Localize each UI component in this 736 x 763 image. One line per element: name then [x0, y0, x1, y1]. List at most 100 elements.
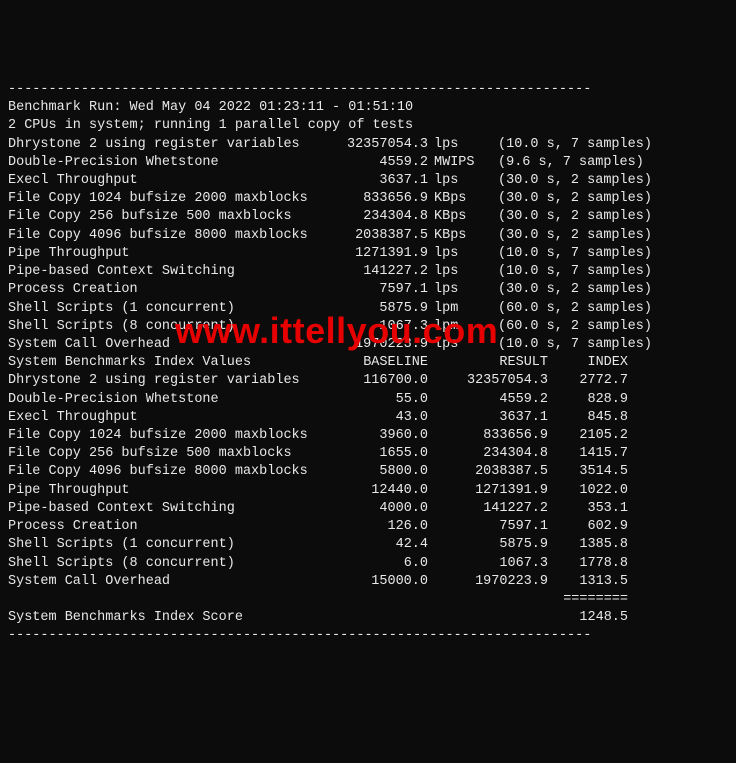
test-unit: lps [428, 263, 484, 281]
test-name: Shell Scripts (1 concurrent) [8, 300, 318, 318]
test-value: 32357054.3 [318, 136, 428, 154]
index-value: 353.1 [548, 500, 628, 518]
index-row: Double-Precision Whetstone55.04559.2828.… [8, 391, 728, 409]
test-row: Pipe Throughput1271391.9lps(10.0 s, 7 sa… [8, 245, 728, 263]
index-value: 1313.5 [548, 573, 628, 591]
test-value: 833656.9 [318, 190, 428, 208]
index-row: File Copy 256 bufsize 500 maxblocks1655.… [8, 445, 728, 463]
index-result: 7597.1 [428, 518, 548, 536]
test-unit: KBps [428, 227, 484, 245]
test-unit: lps [428, 136, 484, 154]
test-row: File Copy 256 bufsize 500 maxblocks23430… [8, 208, 728, 226]
test-name: Process Creation [8, 281, 318, 299]
index-value: 845.8 [548, 409, 628, 427]
test-name: Double-Precision Whetstone [8, 154, 318, 172]
index-name: System Call Overhead [8, 573, 318, 591]
test-row: Shell Scripts (1 concurrent)5875.9lpm(60… [8, 300, 728, 318]
test-note: (30.0 s, 2 samples) [484, 190, 708, 208]
test-row: File Copy 4096 bufsize 8000 maxblocks203… [8, 227, 728, 245]
test-name: Execl Throughput [8, 172, 318, 190]
index-result: 1970223.9 [428, 573, 548, 591]
index-row: Pipe-based Context Switching4000.0141227… [8, 500, 728, 518]
test-value: 5875.9 [318, 300, 428, 318]
test-value: 1271391.9 [318, 245, 428, 263]
index-value: 3514.5 [548, 463, 628, 481]
index-value: 2772.7 [548, 372, 628, 390]
index-baseline: 126.0 [318, 518, 428, 536]
test-unit: MWIPS [428, 154, 484, 172]
test-unit: lpm [428, 318, 484, 336]
index-name: Shell Scripts (8 concurrent) [8, 555, 318, 573]
index-baseline: 5800.0 [318, 463, 428, 481]
index-baseline: 4000.0 [318, 500, 428, 518]
test-note: (9.6 s, 7 samples) [484, 154, 708, 172]
index-row: Pipe Throughput12440.01271391.91022.0 [8, 482, 728, 500]
index-row: Dhrystone 2 using register variables1167… [8, 372, 728, 390]
test-value: 4559.2 [318, 154, 428, 172]
test-unit: lps [428, 281, 484, 299]
score-value: 1248.5 [548, 609, 628, 627]
index-row: Process Creation126.07597.1602.9 [8, 518, 728, 536]
run-line: Benchmark Run: Wed May 04 2022 01:23:11 … [8, 99, 728, 117]
index-value: 1778.8 [548, 555, 628, 573]
test-name: File Copy 256 bufsize 500 maxblocks [8, 208, 318, 226]
index-name: Double-Precision Whetstone [8, 391, 318, 409]
eq-row: ======== [8, 591, 728, 609]
rule-top: ----------------------------------------… [8, 81, 728, 99]
test-row: System Call Overhead1970223.9lps(10.0 s,… [8, 336, 728, 354]
index-header: System Benchmarks Index ValuesBASELINERE… [8, 354, 728, 372]
index-result: 141227.2 [428, 500, 548, 518]
index-baseline: 6.0 [318, 555, 428, 573]
test-value: 7597.1 [318, 281, 428, 299]
index-hdr: INDEX [548, 354, 628, 372]
test-row: Pipe-based Context Switching141227.2lps(… [8, 263, 728, 281]
cpu-line: 2 CPUs in system; running 1 parallel cop… [8, 117, 728, 135]
index-row: File Copy 1024 bufsize 2000 maxblocks396… [8, 427, 728, 445]
test-note: (10.0 s, 7 samples) [484, 245, 708, 263]
index-value: 1385.8 [548, 536, 628, 554]
index-result: 234304.8 [428, 445, 548, 463]
index-result: 32357054.3 [428, 372, 548, 390]
test-unit: lps [428, 245, 484, 263]
score-row: System Benchmarks Index Score1248.5 [8, 609, 728, 627]
baseline-hdr: BASELINE [318, 354, 428, 372]
index-baseline: 15000.0 [318, 573, 428, 591]
test-note: (30.0 s, 2 samples) [484, 227, 708, 245]
index-name: Process Creation [8, 518, 318, 536]
index-result: 2038387.5 [428, 463, 548, 481]
test-value: 141227.2 [318, 263, 428, 281]
test-unit: lps [428, 336, 484, 354]
index-name: Pipe-based Context Switching [8, 500, 318, 518]
test-value: 234304.8 [318, 208, 428, 226]
test-name: File Copy 1024 bufsize 2000 maxblocks [8, 190, 318, 208]
index-row: Shell Scripts (1 concurrent)42.45875.913… [8, 536, 728, 554]
test-value: 1970223.9 [318, 336, 428, 354]
index-baseline: 55.0 [318, 391, 428, 409]
test-value: 2038387.5 [318, 227, 428, 245]
index-name: Shell Scripts (1 concurrent) [8, 536, 318, 554]
test-value: 1067.3 [318, 318, 428, 336]
index-row: Execl Throughput43.03637.1845.8 [8, 409, 728, 427]
index-row: File Copy 4096 bufsize 8000 maxblocks580… [8, 463, 728, 481]
test-row: Process Creation7597.1lps(30.0 s, 2 samp… [8, 281, 728, 299]
test-note: (60.0 s, 2 samples) [484, 300, 708, 318]
test-unit: KBps [428, 208, 484, 226]
index-value: 1022.0 [548, 482, 628, 500]
index-result: 5875.9 [428, 536, 548, 554]
index-name: File Copy 1024 bufsize 2000 maxblocks [8, 427, 318, 445]
test-note: (30.0 s, 2 samples) [484, 172, 708, 190]
index-baseline: 42.4 [318, 536, 428, 554]
test-row: Shell Scripts (8 concurrent)1067.3lpm(60… [8, 318, 728, 336]
index-name: File Copy 256 bufsize 500 maxblocks [8, 445, 318, 463]
test-unit: lps [428, 172, 484, 190]
index-name: Execl Throughput [8, 409, 318, 427]
index-result: 3637.1 [428, 409, 548, 427]
test-name: Pipe Throughput [8, 245, 318, 263]
result-hdr: RESULT [428, 354, 548, 372]
test-value: 3637.1 [318, 172, 428, 190]
test-name: Shell Scripts (8 concurrent) [8, 318, 318, 336]
index-value: 828.9 [548, 391, 628, 409]
index-baseline: 12440.0 [318, 482, 428, 500]
index-name: Pipe Throughput [8, 482, 318, 500]
index-title: System Benchmarks Index Values [8, 354, 318, 372]
